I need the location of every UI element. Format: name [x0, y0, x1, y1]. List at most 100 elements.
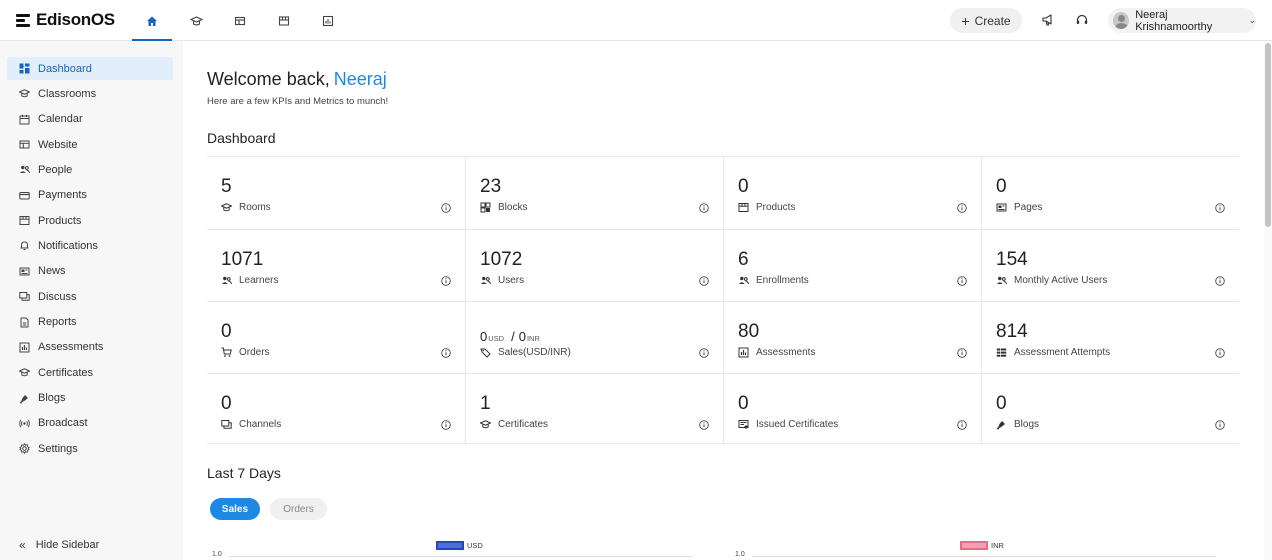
list-icon — [996, 347, 1007, 358]
kpi-card-monthly-active-users[interactable]: 154 Monthly Active Users — [981, 229, 1239, 301]
people-icon — [996, 275, 1007, 286]
kpi-label: Assessments — [756, 347, 816, 358]
info-icon[interactable] — [957, 348, 967, 358]
usd-legend[interactable]: USD — [436, 541, 483, 550]
profile-menu[interactable]: Neeraj Krishnamoorthy ⌄ — [1108, 8, 1256, 33]
info-icon[interactable] — [699, 203, 709, 213]
kpi-label-row: Issued Certificates — [738, 419, 838, 430]
scrollbar-thumb[interactable] — [1265, 43, 1271, 227]
info-icon[interactable] — [441, 420, 451, 430]
discuss-icon — [19, 291, 30, 302]
info-icon[interactable] — [441, 348, 451, 358]
people-icon — [19, 164, 30, 175]
info-icon[interactable] — [441, 203, 451, 213]
sidebar-item-assessments[interactable]: Assessments — [7, 336, 173, 359]
support-button[interactable] — [1074, 12, 1090, 28]
sidebar-item-classrooms[interactable]: Classrooms — [7, 82, 173, 105]
info-icon[interactable] — [957, 420, 967, 430]
welcome-text: Welcome back, — [207, 69, 330, 89]
sidebar-item-label: Classrooms — [38, 87, 97, 100]
kpi-card-channels[interactable]: 0 Channels — [207, 373, 465, 445]
kpi-card-assessment-attempts[interactable]: 814 Assessment Attempts — [981, 301, 1239, 373]
classroom-icon — [189, 15, 203, 25]
info-icon[interactable] — [699, 276, 709, 286]
sidebar-item-label: Settings — [38, 442, 78, 455]
sidebar-item-news[interactable]: News — [7, 260, 173, 283]
sidebar-item-calendar[interactable]: Calendar — [7, 108, 173, 131]
kpi-card-blocks[interactable]: 23 Blocks — [465, 157, 723, 229]
kpi-label: Assessment Attempts — [1014, 347, 1111, 358]
info-icon[interactable] — [441, 276, 451, 286]
sidebar-item-label: Certificates — [38, 366, 94, 379]
kpi-card-enrollments[interactable]: 6 Enrollments — [723, 229, 981, 301]
topnav-store[interactable] — [262, 0, 306, 41]
user-name: Neeraj Krishnamoorthy — [1135, 8, 1213, 33]
kpi-card-issued-certificates[interactable]: 0 Issued Certificates — [723, 373, 981, 445]
kpi-value: 0USD/0INR — [480, 325, 543, 347]
kpi-card-products[interactable]: 0 Products — [723, 157, 981, 229]
info-icon[interactable] — [1215, 348, 1225, 358]
sidebar-item-discuss[interactable]: Discuss — [7, 285, 173, 308]
info-icon[interactable] — [1215, 203, 1225, 213]
kpi-card-pages[interactable]: 0 Pages — [981, 157, 1239, 229]
topnav-website[interactable] — [218, 0, 262, 41]
sidebar-item-blogs[interactable]: Blogs — [7, 387, 173, 410]
info-icon[interactable] — [957, 203, 967, 213]
sidebar-item-certificates[interactable]: Certificates — [7, 361, 173, 384]
dashboard-title: Dashboard — [207, 130, 276, 146]
announcements-button[interactable] — [1040, 12, 1056, 28]
blogs-icon — [19, 393, 30, 404]
sidebar-item-label: Products — [38, 214, 82, 227]
info-icon[interactable] — [699, 348, 709, 358]
topnav-home[interactable] — [130, 0, 174, 41]
sidebar-item-settings[interactable]: Settings — [7, 437, 173, 460]
website-icon — [19, 139, 30, 150]
store-icon — [278, 15, 290, 26]
people-icon — [480, 275, 491, 286]
info-icon[interactable] — [957, 276, 967, 286]
sidebar-item-notifications[interactable]: Notifications — [7, 234, 173, 257]
double-chevron-left-icon: « — [19, 538, 26, 552]
inr-legend[interactable]: INR — [960, 541, 1004, 550]
plus-icon: + — [961, 12, 970, 29]
sidebar-item-label: Notifications — [38, 239, 98, 252]
kpi-card-certificates[interactable]: 1 Certificates — [465, 373, 723, 445]
topnav-classrooms[interactable] — [174, 0, 218, 41]
sidebar-item-products[interactable]: Products — [7, 209, 173, 232]
chevron-down-icon: ⌄ — [1248, 15, 1256, 25]
topnav-reports[interactable] — [306, 0, 350, 41]
tab-sales[interactable]: Sales — [210, 498, 260, 520]
usd-y-tick: 1.0 — [212, 551, 222, 558]
kpi-card-blogs[interactable]: 0 Blogs — [981, 373, 1239, 445]
classroom-icon — [221, 202, 232, 213]
kpi-card-rooms[interactable]: 5 Rooms — [207, 157, 465, 229]
sidebar-item-label: News — [38, 265, 66, 278]
sidebar-item-broadcast[interactable]: Broadcast — [7, 412, 173, 435]
kpi-card-orders[interactable]: 0 Orders — [207, 301, 465, 373]
sidebar-item-website[interactable]: Website — [7, 133, 173, 156]
people-icon — [738, 275, 749, 286]
page-scrollbar[interactable] — [1264, 41, 1272, 560]
kpi-card-learners[interactable]: 1071 Learners — [207, 229, 465, 301]
kpi-card-sales-usd-inr[interactable]: 0USD/0INR Sales(USD/INR) — [465, 301, 723, 373]
website-icon — [234, 16, 246, 25]
tab-orders[interactable]: Orders — [270, 498, 327, 520]
sidebar-item-dashboard[interactable]: Dashboard — [7, 57, 173, 80]
kpi-label-row: Products — [738, 202, 795, 213]
kpi-card-users[interactable]: 1072 Users — [465, 229, 723, 301]
info-icon[interactable] — [699, 420, 709, 430]
sidebar: Dashboard Classrooms Calendar Website People… — [0, 41, 183, 560]
kpi-card-assessments[interactable]: 80 Assessments — [723, 301, 981, 373]
sidebar-item-reports[interactable]: Reports — [7, 311, 173, 334]
info-icon[interactable] — [1215, 276, 1225, 286]
sidebar-item-payments[interactable]: Payments — [7, 184, 173, 207]
kpi-separator: / — [511, 329, 515, 344]
app-logo[interactable]: EdisonOS — [16, 10, 115, 29]
sidebar-item-label: People — [38, 163, 73, 176]
info-icon[interactable] — [1215, 420, 1225, 430]
sidebar-item-people[interactable]: People — [7, 158, 173, 181]
create-button[interactable]: + Create — [950, 8, 1022, 33]
hide-sidebar-label: Hide Sidebar — [35, 539, 100, 551]
hide-sidebar-button[interactable]: « Hide Sidebar — [7, 534, 99, 556]
sidebar-item-label: Website — [38, 138, 78, 151]
